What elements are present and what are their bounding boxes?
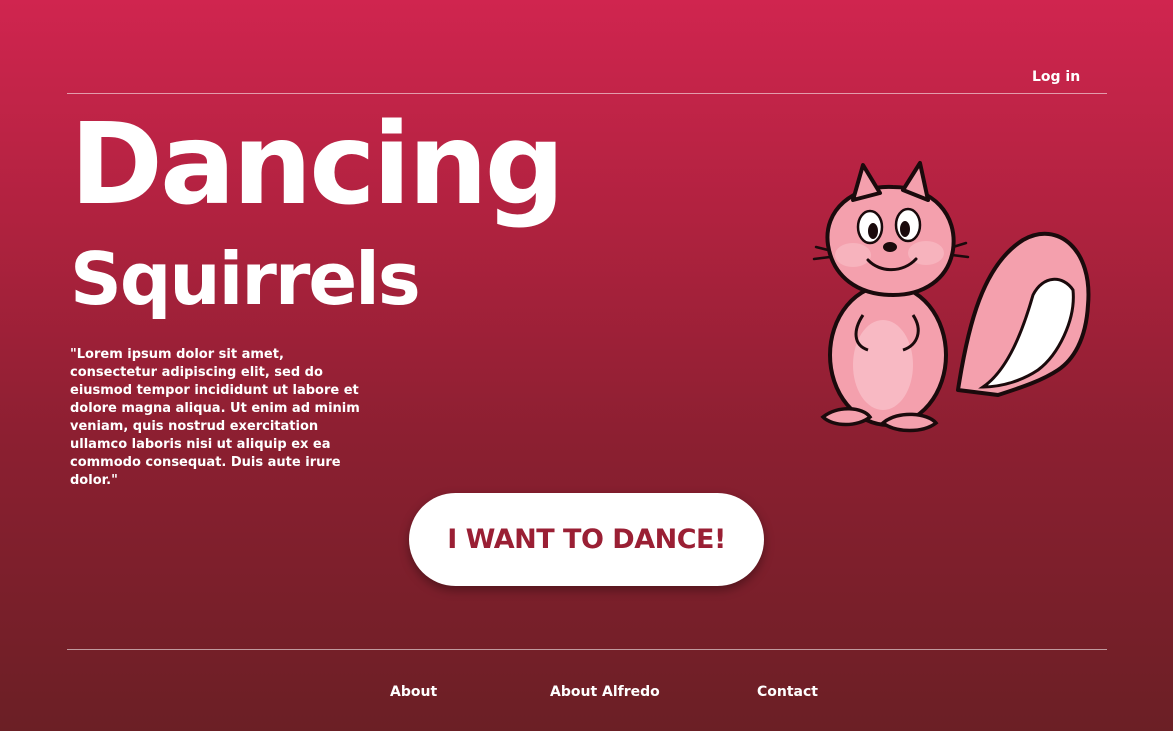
hero-title-line2: Squirrels <box>70 237 421 321</box>
dance-cta-button[interactable]: I WANT TO DANCE! <box>409 493 764 586</box>
squirrel-ear-left <box>851 163 882 202</box>
footer-divider <box>67 649 1107 650</box>
footer-link-contact[interactable]: Contact <box>757 684 818 700</box>
footer-link-about-alfredo[interactable]: About Alfredo <box>550 684 660 700</box>
squirrel-nose <box>883 242 897 252</box>
squirrel-belly <box>853 320 913 410</box>
squirrel-head <box>825 184 956 298</box>
header-divider <box>67 93 1107 94</box>
login-link[interactable]: Log in <box>1032 69 1080 85</box>
hero-title-line1: Dancing <box>70 100 565 230</box>
squirrel-foot-right <box>880 412 939 433</box>
squirrel-illustration <box>812 161 1091 433</box>
hero-quote: "Lorem ipsum dolor sit amet, consectetur… <box>70 347 360 488</box>
footer-link-about[interactable]: About <box>390 684 437 700</box>
squirrel-foot-left <box>820 407 873 427</box>
